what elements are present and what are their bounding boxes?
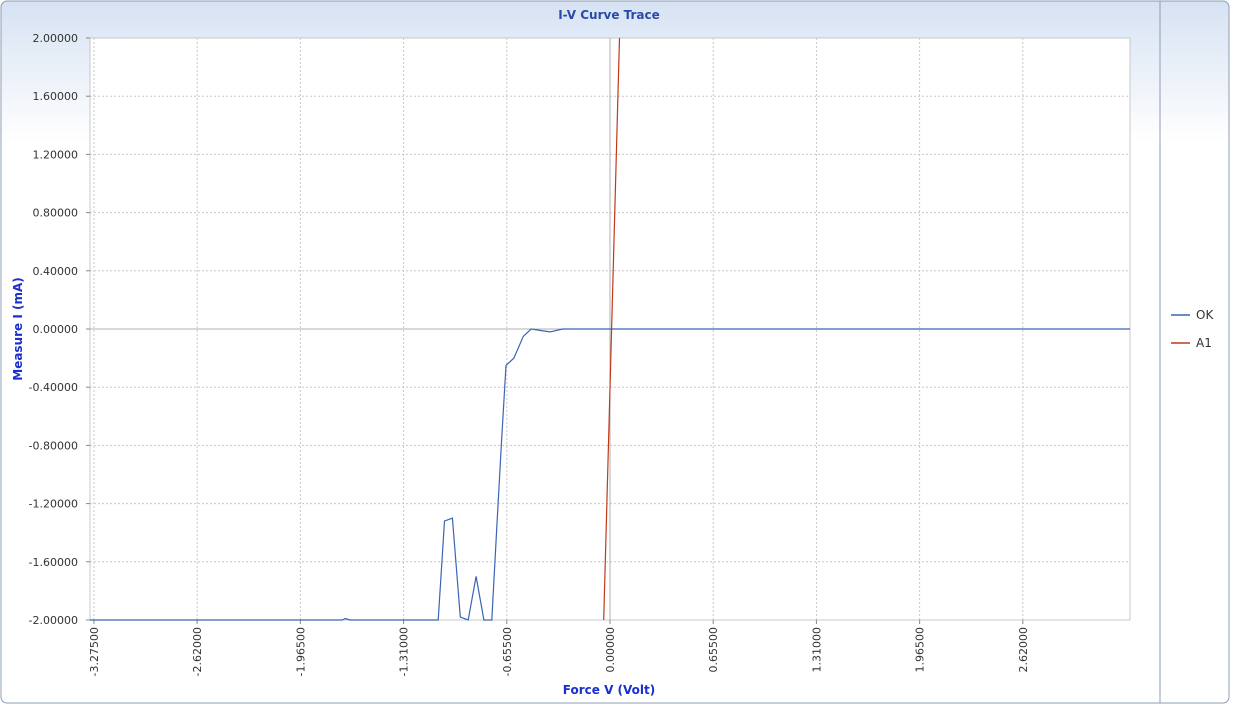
- x-tick-label: 1.96500: [914, 627, 927, 673]
- x-tick-label: -0.65500: [501, 627, 514, 676]
- x-tick-label: -2.62000: [191, 627, 204, 676]
- y-tick-label: -1.20000: [29, 498, 78, 511]
- x-axis-label: Force V (Volt): [563, 683, 655, 697]
- x-tick-label: 0.00000: [604, 627, 617, 673]
- x-tick-label: -3.27500: [88, 627, 101, 676]
- legend-label-ok: OK: [1196, 308, 1214, 322]
- legend-label-a1: A1: [1196, 336, 1212, 350]
- y-tick-label: 1.20000: [33, 148, 79, 161]
- chart-title: I-V Curve Trace: [558, 8, 660, 22]
- y-axis-label: Measure I (mA): [11, 277, 25, 381]
- x-tick-label: 1.31000: [810, 627, 823, 673]
- y-tick-label: -0.40000: [29, 381, 78, 394]
- y-tick-label: -2.00000: [29, 614, 78, 627]
- y-tick-label: 0.80000: [33, 207, 79, 220]
- x-tick-label: -1.96500: [294, 627, 307, 676]
- chart-frame: I-V Curve Trace 2.00000 1.60000 1.20000 0.8…: [0, 0, 1230, 704]
- y-tick-label: -0.80000: [29, 439, 78, 452]
- y-tick-label: 0.00000: [33, 323, 79, 336]
- y-tick-label: 1.60000: [33, 90, 79, 103]
- y-tick-label: 0.40000: [33, 265, 79, 278]
- x-tick-label: -1.31000: [398, 627, 411, 676]
- y-tick-label: 2.00000: [33, 32, 79, 45]
- x-tick-label: 0.65500: [707, 627, 720, 673]
- x-tick-label: 2.62000: [1017, 627, 1030, 673]
- y-tick-label: -1.60000: [29, 556, 78, 569]
